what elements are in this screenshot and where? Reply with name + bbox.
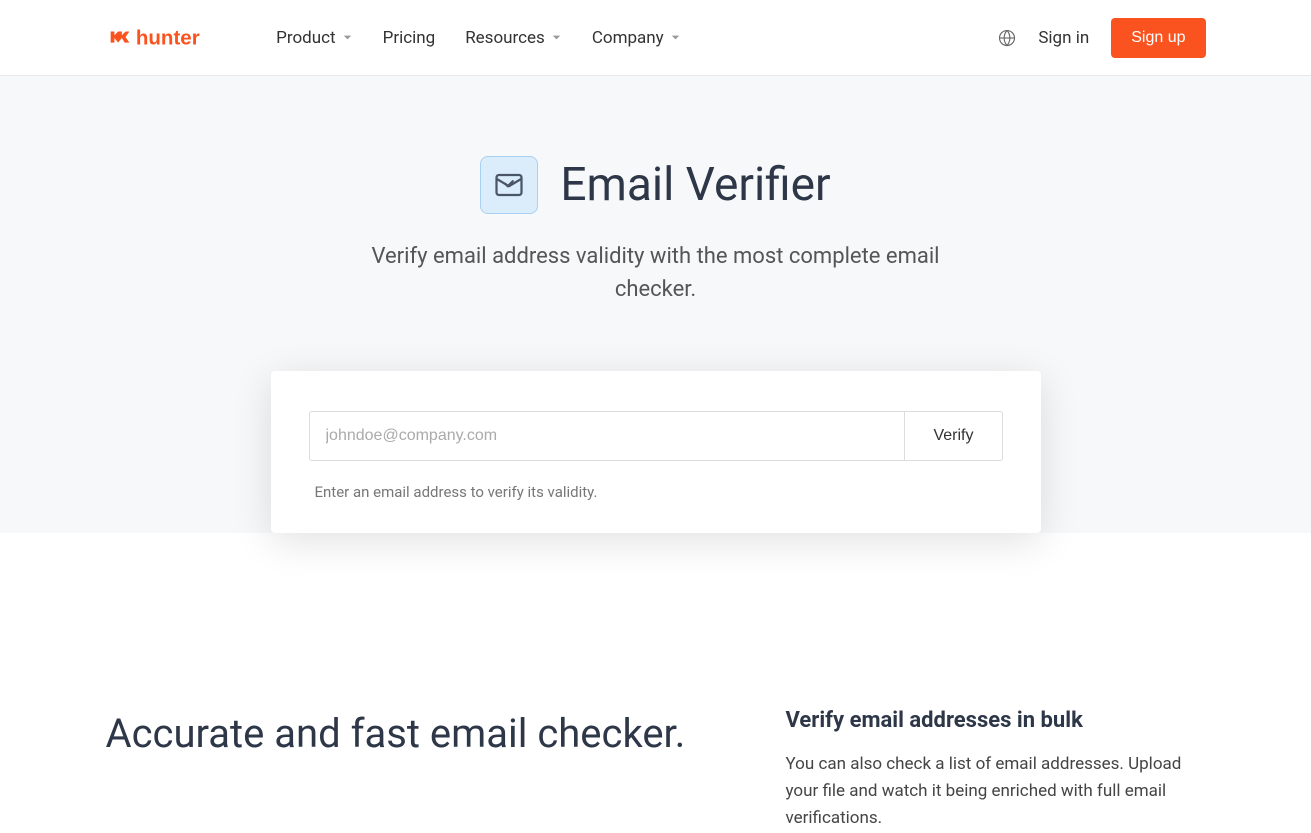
- email-input[interactable]: [309, 411, 905, 461]
- verifier-icon-box: [480, 156, 538, 214]
- hint-text: Enter an email address to verify its val…: [309, 483, 1003, 501]
- nav-product-label: Product: [276, 28, 335, 48]
- verify-button[interactable]: Verify: [904, 411, 1002, 461]
- chevron-down-icon: [342, 32, 353, 43]
- logo-link[interactable]: hunter: [106, 24, 237, 52]
- nav-resources-label: Resources: [465, 28, 545, 48]
- chevron-down-icon: [551, 32, 562, 43]
- content-section: Accurate and fast email checker. Verify …: [86, 533, 1226, 833]
- signup-button[interactable]: Sign up: [1111, 18, 1205, 58]
- svg-text:hunter: hunter: [135, 26, 199, 49]
- globe-icon[interactable]: [998, 29, 1016, 47]
- verifier-card: Verify Enter an email address to verify …: [271, 371, 1041, 533]
- hero-title-wrap: Email Verifier: [20, 156, 1291, 214]
- page-title: Email Verifier: [560, 158, 830, 212]
- header: hunter Product Pricing Resources Company: [0, 0, 1311, 76]
- hero-section: Email Verifier Verify email address vali…: [0, 76, 1311, 533]
- nav-pricing-label: Pricing: [383, 28, 436, 48]
- header-right: Sign in Sign up: [998, 18, 1205, 58]
- email-check-icon: [494, 170, 524, 200]
- main-nav: Product Pricing Resources Company: [276, 28, 998, 48]
- hero-subtitle: Verify email address validity with the m…: [356, 240, 956, 306]
- header-container: hunter Product Pricing Resources Company: [86, 0, 1226, 75]
- content-left: Accurate and fast email checker.: [106, 708, 706, 833]
- input-group: Verify: [309, 411, 1003, 461]
- content-heading: Accurate and fast email checker.: [106, 708, 706, 760]
- hunter-logo-icon: hunter: [106, 24, 237, 52]
- nav-product[interactable]: Product: [276, 28, 352, 48]
- chevron-down-icon: [670, 32, 681, 43]
- nav-resources[interactable]: Resources: [465, 28, 562, 48]
- bulk-heading: Verify email addresses in bulk: [786, 708, 1206, 733]
- bulk-text: You can also check a list of email addre…: [786, 751, 1206, 833]
- content-right: Verify email addresses in bulk You can a…: [786, 708, 1206, 833]
- signin-link[interactable]: Sign in: [1038, 28, 1089, 48]
- nav-company[interactable]: Company: [592, 28, 681, 48]
- nav-pricing[interactable]: Pricing: [383, 28, 436, 48]
- nav-company-label: Company: [592, 28, 664, 48]
